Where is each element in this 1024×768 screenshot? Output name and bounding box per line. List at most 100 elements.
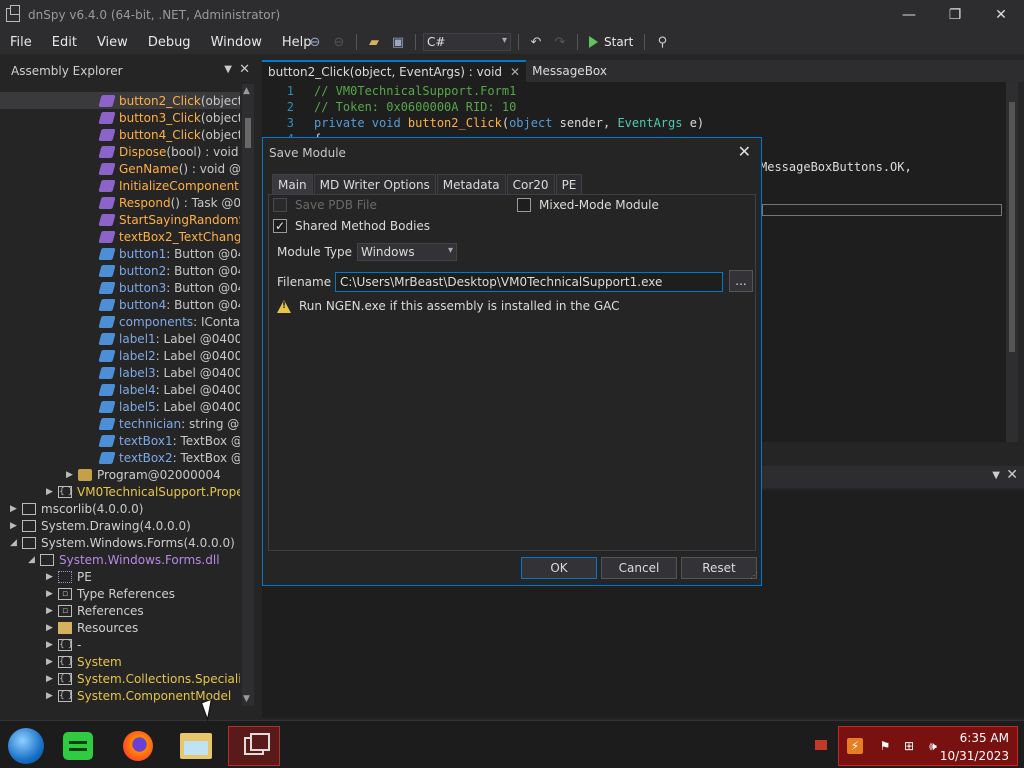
- undo-icon[interactable]: ↶: [526, 32, 546, 52]
- dialog-close-icon[interactable]: ✕: [738, 142, 751, 161]
- expand-arrow-icon[interactable]: ▶: [46, 691, 58, 701]
- tree-item[interactable]: label3 : Label @040000: [0, 364, 240, 381]
- taskbar-file-explorer[interactable]: [176, 726, 216, 766]
- tree-item[interactable]: GenName() : void @06: [0, 160, 240, 177]
- tree-item[interactable]: ▶ ▫ References: [0, 602, 240, 619]
- scrollbar-thumb[interactable]: [245, 118, 251, 148]
- tree-item[interactable]: button2_Click(object,: [0, 92, 240, 109]
- maximize-button[interactable]: ❐: [932, 0, 978, 30]
- scrollbar-thumb[interactable]: [1009, 102, 1015, 352]
- tab-pe[interactable]: PE: [555, 174, 583, 194]
- start-debug-button[interactable]: Start: [585, 35, 637, 49]
- reset-button[interactable]: Reset: [681, 557, 757, 579]
- tree-item[interactable]: technician : string @04: [0, 415, 240, 432]
- tree-item[interactable]: Respond() : Task @060: [0, 194, 240, 211]
- redo-icon[interactable]: ↷: [550, 32, 570, 52]
- forward-icon[interactable]: ⊖: [329, 32, 349, 52]
- taskbar-firefox[interactable]: [118, 726, 158, 766]
- start-button[interactable]: [6, 726, 46, 766]
- tree-item[interactable]: InitializeComponent(): [0, 177, 240, 194]
- flag-icon[interactable]: ⚑: [877, 738, 893, 754]
- tree-item[interactable]: textBox1 : TextBox @04: [0, 432, 240, 449]
- tree-item[interactable]: button1 : Button @040: [0, 245, 240, 262]
- expand-arrow-icon[interactable]: ◢: [10, 538, 22, 548]
- module-type-select[interactable]: Windows: [357, 243, 457, 261]
- menu-file[interactable]: File: [0, 35, 42, 50]
- tree-item[interactable]: ▶ PE: [0, 568, 240, 585]
- expand-arrow-icon[interactable]: ▶: [46, 674, 58, 684]
- tree-item[interactable]: label4 : Label @040000: [0, 381, 240, 398]
- tab-md-writer-options[interactable]: MD Writer Options: [313, 174, 436, 194]
- close-icon[interactable]: ✕: [1006, 467, 1018, 483]
- tree-item[interactable]: button4 : Button @040: [0, 296, 240, 313]
- expand-arrow-icon[interactable]: ▶: [46, 606, 58, 616]
- expand-arrow-icon[interactable]: ▶: [10, 521, 22, 531]
- tab-button2-click[interactable]: button2_Click(object, EventArgs) : void …: [262, 60, 527, 82]
- expand-arrow-icon[interactable]: ▶: [46, 572, 58, 582]
- clock[interactable]: 6:35 AM 10/31/2023: [940, 729, 1009, 765]
- back-icon[interactable]: ⊖: [305, 32, 325, 52]
- tree-item[interactable]: button4_Click(object,: [0, 126, 240, 143]
- editor-vertical-scrollbar[interactable]: [1006, 82, 1018, 442]
- tree-item[interactable]: button3 : Button @040: [0, 279, 240, 296]
- menu-view[interactable]: View: [87, 35, 138, 50]
- network-icon[interactable]: ⊞: [901, 738, 917, 754]
- open-icon[interactable]: ▰: [364, 32, 384, 52]
- tree-item[interactable]: textBox2 : TextBox @04: [0, 449, 240, 466]
- close-icon[interactable]: ✕: [239, 62, 250, 77]
- save-icon[interactable]: ▣: [388, 32, 408, 52]
- tree-item[interactable]: ▶{ } System: [0, 653, 240, 670]
- menu-window[interactable]: Window: [201, 35, 272, 50]
- tree-item[interactable]: ◢ System.Windows.Forms.dll: [0, 551, 240, 568]
- tree-item[interactable]: ▶ ▫ Type References: [0, 585, 240, 602]
- shared-method-bodies-checkbox[interactable]: ✓ Shared Method Bodies: [273, 219, 430, 233]
- browse-button[interactable]: ...: [729, 270, 753, 292]
- tree-item[interactable]: button3_Click(object,: [0, 109, 240, 126]
- cancel-button[interactable]: Cancel: [601, 557, 677, 579]
- tree-item[interactable]: ◢ System.Windows.Forms (4.0.0.0): [0, 534, 240, 551]
- ok-button[interactable]: OK: [521, 557, 597, 579]
- tab-metadata[interactable]: Metadata: [436, 174, 506, 194]
- tab-messagebox[interactable]: MessageBox: [526, 60, 613, 82]
- search-icon[interactable]: ⚲: [652, 32, 672, 52]
- tree-item[interactable]: label1 : Label @040000: [0, 330, 240, 347]
- expand-arrow-icon[interactable]: ▶: [46, 487, 58, 497]
- menu-debug[interactable]: Debug: [138, 35, 201, 50]
- tree-item[interactable]: ▶{ } -: [0, 636, 240, 653]
- explorer-vertical-scrollbar[interactable]: ▲ ▼: [242, 84, 254, 706]
- expand-arrow-icon[interactable]: ▶: [46, 623, 58, 633]
- tree-item[interactable]: StartSayingRandomSh: [0, 211, 240, 228]
- tree-item[interactable]: label2 : Label @040000: [0, 347, 240, 364]
- expand-arrow-icon[interactable]: ▶: [46, 589, 58, 599]
- expand-arrow-icon[interactable]: ▶: [46, 657, 58, 667]
- save-pdb-checkbox[interactable]: Save PDB File: [273, 198, 377, 212]
- tree-item[interactable]: label5 : Label @040000: [0, 398, 240, 415]
- scroll-up-icon[interactable]: ▲: [243, 86, 250, 96]
- tree-item[interactable]: ▶ Program @02000004: [0, 466, 240, 483]
- expand-arrow-icon[interactable]: ◢: [28, 555, 40, 565]
- menu-edit[interactable]: Edit: [42, 35, 87, 50]
- filename-input[interactable]: C:\Users\MrBeast\Desktop\VM0TechnicalSup…: [335, 272, 723, 292]
- chevron-down-icon[interactable]: ▼: [992, 470, 1000, 481]
- tree-item[interactable]: textBox2_TextChanged: [0, 228, 240, 245]
- expand-arrow-icon[interactable]: ▶: [10, 504, 22, 514]
- tree-item[interactable]: ▶{ } VM0TechnicalSupport.Proper: [0, 483, 240, 500]
- minimize-button[interactable]: —: [886, 0, 932, 30]
- tree-item[interactable]: ▶ mscorlib (4.0.0.0): [0, 500, 240, 517]
- tab-cor20[interactable]: Cor20: [506, 174, 555, 194]
- language-select[interactable]: C#: [423, 33, 511, 51]
- close-icon[interactable]: ✕: [510, 65, 520, 79]
- mixed-mode-checkbox[interactable]: Mixed-Mode Module: [517, 198, 659, 212]
- tray-app-icon[interactable]: ⚡: [847, 738, 863, 754]
- tree-item[interactable]: ▶ System.Drawing (4.0.0.0): [0, 517, 240, 534]
- resize-grip-icon[interactable]: ⋰: [750, 572, 760, 584]
- taskbar-notes-app[interactable]: [58, 726, 98, 766]
- tree-item[interactable]: Dispose(bool) : void @: [0, 143, 240, 160]
- taskbar-dnspy[interactable]: [228, 726, 280, 766]
- tree-item[interactable]: components : IContair: [0, 313, 240, 330]
- expand-arrow-icon[interactable]: ▶: [66, 470, 78, 480]
- show-desktop-icon[interactable]: [815, 740, 827, 750]
- tab-main[interactable]: Main: [272, 174, 313, 194]
- expand-arrow-icon[interactable]: ▶: [46, 640, 58, 650]
- tree-item[interactable]: button2 : Button @040: [0, 262, 240, 279]
